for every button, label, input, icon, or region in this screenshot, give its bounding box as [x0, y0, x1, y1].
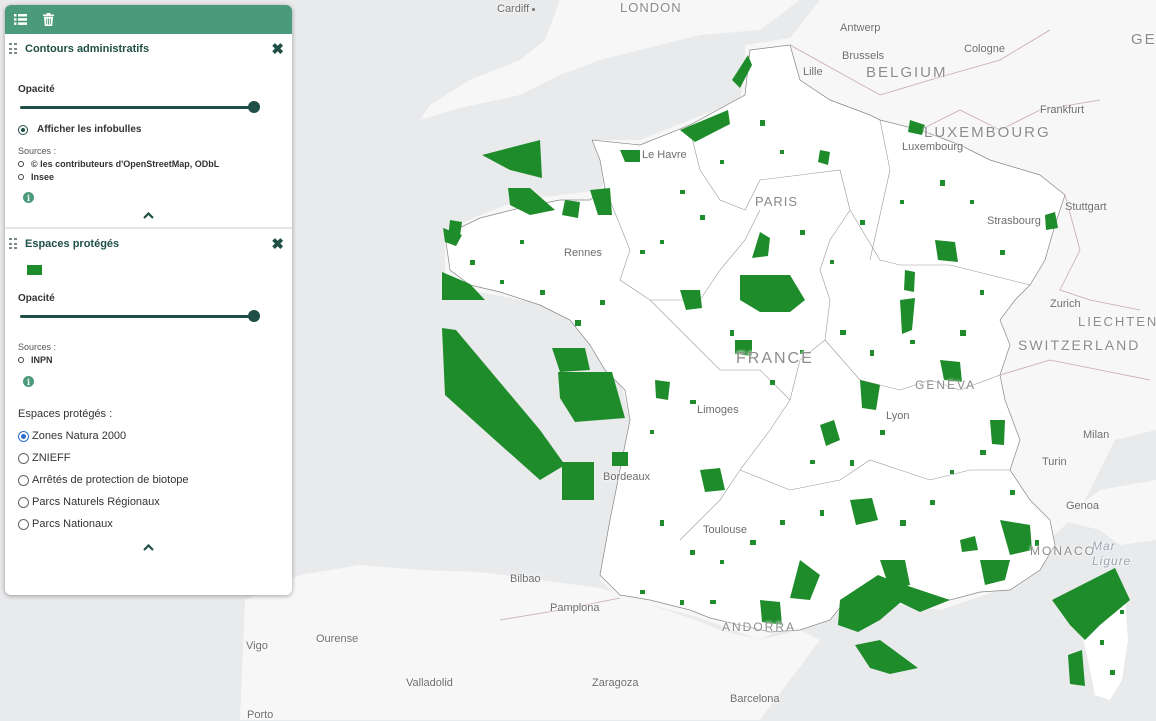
label-switzerland: SWITZERLAND — [1018, 337, 1141, 353]
label-le-havre: Le Havre — [642, 149, 687, 161]
source-item: Insee — [18, 172, 292, 182]
drag-handle-icon[interactable] — [9, 43, 17, 55]
label-rennes: Rennes — [564, 247, 602, 259]
sources-list: INPN — [18, 355, 292, 365]
label-france: FRANCE — [736, 350, 814, 367]
label-antwerp: Antwerp — [840, 22, 881, 34]
label-bilbao: Bilbao — [510, 573, 541, 585]
label-zaragoza: Zaragoza — [592, 677, 639, 689]
label-pamplona: Pamplona — [550, 602, 600, 614]
espaces-radio-group: Zones Natura 2000 ZNIEFF Arrêtés de prot… — [5, 425, 292, 535]
opacity-label: Opacité — [18, 293, 55, 304]
source-item: INPN — [18, 355, 292, 365]
label-luxembourg-city: Luxembourg — [902, 141, 964, 153]
radio-option[interactable]: ZNIEFF — [18, 447, 292, 469]
radio-option[interactable]: Parcs Nationaux — [18, 513, 292, 535]
label-monaco: MONACO — [1030, 544, 1096, 558]
trash-icon[interactable] — [40, 12, 56, 28]
label-turin: Turin — [1042, 456, 1067, 468]
slider-thumb[interactable] — [248, 101, 260, 113]
info-icon[interactable]: i — [23, 376, 34, 387]
label-valladolid: Valladolid — [406, 677, 453, 689]
label-germany: GE — [1131, 31, 1156, 48]
label-limoges: Limoges — [697, 404, 739, 416]
radio-option[interactable]: Parcs Naturels Régionaux — [18, 491, 292, 513]
label-luxembourg-country: LUXEMBOURG — [924, 124, 1051, 141]
panel-toolbar — [5, 5, 292, 34]
label-belgium: BELGIUM — [866, 64, 948, 81]
radio-button[interactable] — [18, 452, 29, 464]
label-cardiff: Cardiff — [497, 3, 536, 15]
layer-title: Contours administratifs — [25, 43, 150, 55]
label-cologne: Cologne — [964, 43, 1005, 55]
radio-button[interactable] — [18, 430, 29, 442]
label-lille: Lille — [803, 66, 823, 78]
label-stuttgart: Stuttgart — [1065, 201, 1107, 213]
opacity-slider[interactable] — [20, 101, 260, 113]
label-ourense: Ourense — [316, 633, 359, 645]
espaces-choice-label: Espaces protégés : — [18, 408, 113, 420]
opacity-slider[interactable] — [20, 310, 260, 322]
sources-label: Sources : — [18, 146, 57, 156]
label-andorra: ANDORRA — [722, 620, 797, 634]
label-paris: PARIS — [755, 194, 799, 209]
label-brussels: Brussels — [842, 50, 885, 62]
legend-swatch — [27, 265, 42, 275]
collapse-chevron-icon[interactable] — [5, 212, 292, 219]
label-liechtenstein: LIECHTENST — [1078, 314, 1156, 329]
radio-button[interactable] — [18, 474, 29, 486]
source-item: © les contributeurs d'OpenStreetMap, ODb… — [18, 159, 292, 169]
radio-button[interactable] — [18, 518, 29, 530]
label-lyon: Lyon — [886, 410, 910, 422]
radio-dot-icon — [18, 124, 28, 135]
collapse-chevron-icon[interactable] — [5, 544, 292, 551]
label-barcelona: Barcelona — [730, 693, 780, 705]
slider-thumb[interactable] — [248, 310, 260, 322]
label-genoa: Genoa — [1066, 500, 1100, 512]
label-vigo: Vigo — [246, 640, 268, 652]
drag-handle-icon[interactable] — [9, 238, 17, 250]
infobulles-label: Afficher les infobulles — [37, 124, 142, 135]
sources-label: Sources : — [18, 342, 57, 352]
radio-button[interactable] — [18, 496, 29, 508]
sources-list: © les contributeurs d'OpenStreetMap, ODb… — [18, 159, 292, 182]
radio-option[interactable]: Zones Natura 2000 — [18, 425, 292, 447]
label-bordeaux: Bordeaux — [603, 471, 651, 483]
list-icon[interactable] — [12, 12, 28, 28]
label-porto: Porto — [247, 709, 274, 721]
label-strasbourg: Strasbourg — [987, 215, 1041, 227]
infobulles-toggle[interactable]: Afficher les infobulles — [18, 124, 292, 135]
label-zurich: Zurich — [1050, 298, 1081, 310]
label-london: LONDON — [620, 0, 682, 15]
label-mar-ligure: Mar Ligure — [1092, 539, 1132, 568]
close-icon[interactable]: ✖ — [271, 237, 284, 252]
layer-panel: Contours administratifs ✖ Opacité Affich… — [5, 5, 292, 595]
layer-title: Espaces protégés — [25, 238, 120, 250]
radio-option[interactable]: Arrêtés de protection de biotope — [18, 469, 292, 491]
label-milan: Milan — [1083, 429, 1110, 441]
layer-contours-administratifs: Contours administratifs ✖ Opacité Affich… — [5, 34, 292, 227]
layer-espaces-proteges: Espaces protégés ✖ Opacité Sources : INP… — [5, 229, 292, 551]
opacity-label: Opacité — [18, 84, 55, 95]
label-geneva: GENEVA — [915, 378, 977, 392]
label-frankfurt: Frankfurt — [1040, 104, 1085, 116]
close-icon[interactable]: ✖ — [271, 42, 284, 57]
label-toulouse: Toulouse — [703, 524, 748, 536]
info-icon[interactable]: i — [23, 192, 34, 203]
